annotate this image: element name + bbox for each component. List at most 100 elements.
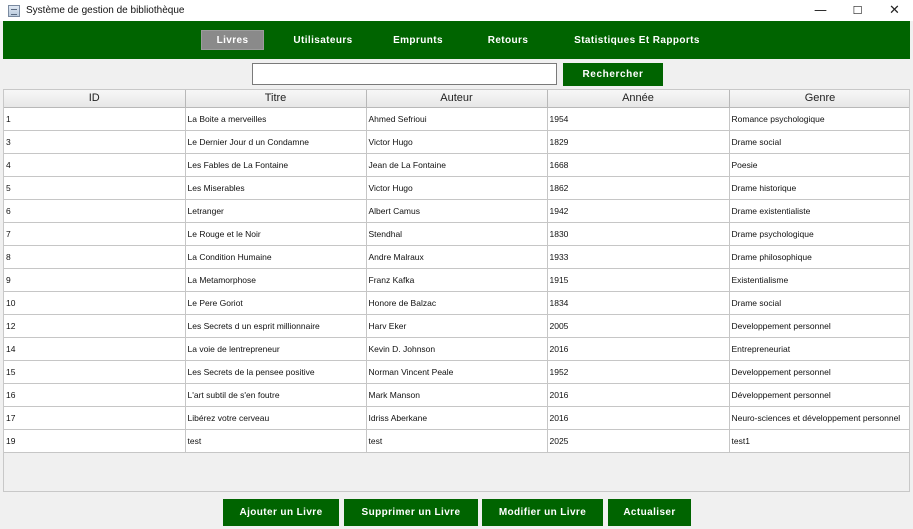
table-cell[interactable]: 9 — [4, 268, 186, 292]
table-cell[interactable]: 1942 — [547, 199, 730, 223]
table-cell[interactable]: Les Miserables — [185, 176, 367, 200]
table-cell[interactable]: Drame social — [729, 130, 909, 154]
table-cell[interactable]: Ahmed Sefrioui — [366, 107, 548, 131]
table-cell[interactable]: 3 — [4, 130, 186, 154]
column-header-titre[interactable]: Titre — [185, 90, 367, 108]
table-cell[interactable]: Romance psychologique — [729, 107, 909, 131]
table-cell[interactable]: test — [185, 429, 367, 453]
table-cell[interactable]: 6 — [4, 199, 186, 223]
add-book-button[interactable]: Ajouter un Livre — [223, 499, 339, 526]
table-cell[interactable]: Développement personnel — [729, 383, 909, 407]
table-cell[interactable]: Entrepreneuriat — [729, 337, 909, 361]
table-cell[interactable]: Stendhal — [366, 222, 548, 246]
table-row[interactable]: 12 Les Secrets d un esprit millionnaire Ha… — [4, 314, 909, 338]
column-header-genre[interactable]: Genre — [729, 90, 909, 108]
table-cell[interactable]: 16 — [4, 383, 186, 407]
column-header-auteur[interactable]: Auteur — [366, 90, 548, 108]
table-cell[interactable]: 4 — [4, 153, 186, 177]
table-row[interactable]: 4 Les Fables de La Fontaine Jean de La Fon… — [4, 153, 909, 177]
table-cell[interactable]: 1 — [4, 107, 186, 131]
table-cell[interactable]: La Metamorphose — [185, 268, 367, 292]
table-cell[interactable]: 1829 — [547, 130, 730, 154]
table-cell[interactable]: Jean de La Fontaine — [366, 153, 548, 177]
nav-tab-livres[interactable]: Livres — [201, 30, 264, 50]
table-cell[interactable]: Albert Camus — [366, 199, 548, 223]
close-button[interactable]: ✕ — [876, 0, 913, 21]
table-row[interactable]: 7 Le Rouge et le Noir Stendhal 1830 Drame ps… — [4, 222, 909, 246]
table-cell[interactable]: L'art subtil de s'en foutre — [185, 383, 367, 407]
table-row[interactable]: 17 Libérez votre cerveau Idriss Aberkane 20… — [4, 406, 909, 430]
table-cell[interactable]: 1862 — [547, 176, 730, 200]
table-cell[interactable]: Neuro-sciences et développement personne… — [729, 406, 909, 430]
edit-book-button[interactable]: Modifier un Livre — [482, 499, 603, 526]
search-input[interactable] — [252, 63, 557, 85]
table-cell[interactable]: 10 — [4, 291, 186, 315]
table-cell[interactable]: Drame social — [729, 291, 909, 315]
table-cell[interactable]: Harv Eker — [366, 314, 548, 338]
table-cell[interactable]: 1933 — [547, 245, 730, 269]
table-cell[interactable]: Le Rouge et le Noir — [185, 222, 367, 246]
table-cell[interactable]: Les Fables de La Fontaine — [185, 153, 367, 177]
table-cell[interactable]: test — [366, 429, 548, 453]
table-cell[interactable]: Kevin D. Johnson — [366, 337, 548, 361]
table-cell[interactable]: Developpement personnel — [729, 360, 909, 384]
table-row[interactable]: 6 Letranger Albert Camus 1942 Drame existent… — [4, 199, 909, 223]
table-cell[interactable]: Libérez votre cerveau — [185, 406, 367, 430]
table-cell[interactable]: Poesie — [729, 153, 909, 177]
table-cell[interactable]: La Boite a merveilles — [185, 107, 367, 131]
table-cell[interactable]: 8 — [4, 245, 186, 269]
table-cell[interactable]: 1834 — [547, 291, 730, 315]
delete-book-button[interactable]: Supprimer un Livre — [344, 499, 478, 526]
table-cell[interactable]: Drame historique — [729, 176, 909, 200]
column-header-annee[interactable]: Année — [547, 90, 730, 108]
table-cell[interactable]: 19 — [4, 429, 186, 453]
table-cell[interactable]: Les Secrets d un esprit millionnaire — [185, 314, 367, 338]
table-cell[interactable]: 15 — [4, 360, 186, 384]
table-cell[interactable]: Les Secrets de la pensee positive — [185, 360, 367, 384]
table-cell[interactable]: Drame existentialiste — [729, 199, 909, 223]
table-row[interactable]: 3 Le Dernier Jour d un Condamne Victor Hug… — [4, 130, 909, 154]
table-cell[interactable]: Letranger — [185, 199, 367, 223]
table-cell[interactable]: Existentialisme — [729, 268, 909, 292]
table-cell[interactable]: Victor Hugo — [366, 176, 548, 200]
table-cell[interactable]: 2016 — [547, 406, 730, 430]
table-cell[interactable]: Idriss Aberkane — [366, 406, 548, 430]
table-row[interactable]: 9 La Metamorphose Franz Kafka 1915 Existenti… — [4, 268, 909, 292]
table-row[interactable]: 5 Les Miserables Victor Hugo 1862 Drame hist… — [4, 176, 909, 200]
table-cell[interactable]: 5 — [4, 176, 186, 200]
table-cell[interactable]: 2005 — [547, 314, 730, 338]
table-cell[interactable]: 1952 — [547, 360, 730, 384]
nav-tab-retours[interactable]: Retours — [480, 30, 536, 50]
table-cell[interactable]: 1668 — [547, 153, 730, 177]
table-cell[interactable]: Developpement personnel — [729, 314, 909, 338]
table-cell[interactable]: Drame psychologique — [729, 222, 909, 246]
table-cell[interactable]: 12 — [4, 314, 186, 338]
table-cell[interactable]: Le Dernier Jour d un Condamne — [185, 130, 367, 154]
table-cell[interactable]: La voie de lentrepreneur — [185, 337, 367, 361]
maximize-button[interactable]: ☐ — [839, 0, 876, 21]
table-cell[interactable]: La Condition Humaine — [185, 245, 367, 269]
table-cell[interactable]: Drame philosophique — [729, 245, 909, 269]
table-row[interactable]: 14 La voie de lentrepreneur Kevin D. Johns… — [4, 337, 909, 361]
refresh-button[interactable]: Actualiser — [608, 499, 691, 526]
table-cell[interactable]: 17 — [4, 406, 186, 430]
table-cell[interactable]: Andre Malraux — [366, 245, 548, 269]
table-cell[interactable]: Mark Manson — [366, 383, 548, 407]
table-cell[interactable]: Franz Kafka — [366, 268, 548, 292]
table-row[interactable]: 15 Les Secrets de la pensee positive Norma… — [4, 360, 909, 384]
table-cell[interactable]: Norman Vincent Peale — [366, 360, 548, 384]
table-cell[interactable]: Victor Hugo — [366, 130, 548, 154]
table-cell[interactable]: 2025 — [547, 429, 730, 453]
table-cell[interactable]: Le Pere Goriot — [185, 291, 367, 315]
column-header-id[interactable]: ID — [4, 90, 186, 108]
table-cell[interactable]: test1 — [729, 429, 909, 453]
table-cell[interactable]: 14 — [4, 337, 186, 361]
table-cell[interactable]: 1830 — [547, 222, 730, 246]
search-button[interactable]: Rechercher — [563, 63, 663, 86]
table-cell[interactable]: 7 — [4, 222, 186, 246]
table-cell[interactable]: 1954 — [547, 107, 730, 131]
table-cell[interactable]: 2016 — [547, 383, 730, 407]
table-row[interactable]: 16 L'art subtil de s'en foutre Mark Manson… — [4, 383, 909, 407]
table-row[interactable]: 8 La Condition Humaine Andre Malraux 1933 Dr… — [4, 245, 909, 269]
nav-tab-utilisateurs[interactable]: Utilisateurs — [285, 30, 361, 50]
